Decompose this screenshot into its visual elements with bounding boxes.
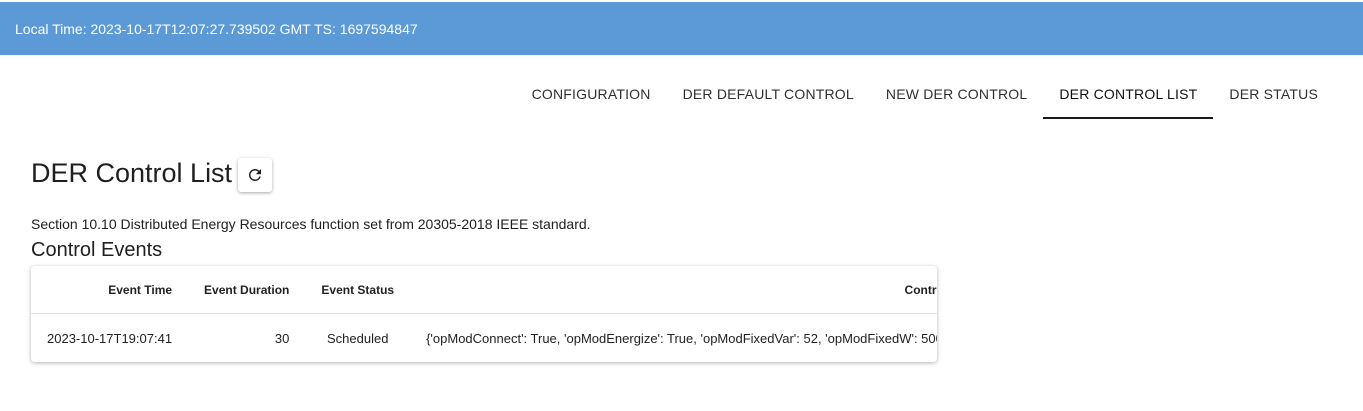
cell-event-time: 2023-10-17T19:07:41 [47, 330, 173, 346]
table-header-row: Event Time Event Duration Event Status C… [31, 266, 937, 314]
column-header-event-time[interactable]: Event Time [31, 266, 189, 314]
control-events-heading: Control Events [31, 239, 163, 261]
column-header-event-duration[interactable]: Event Duration [188, 266, 306, 314]
control-events-table: Event Time Event Duration Event Status C… [31, 266, 937, 362]
local-time-readout: Local Time: 2023-10-17T12:07:27.739502 G… [15, 20, 418, 37]
cell-control: {'opModConnect': True, 'opModEnergize': … [426, 330, 937, 346]
page-title: DER Control List [31, 157, 233, 188]
table-row[interactable]: 2023-10-17T19:07:41 30 Scheduled {'opMod… [31, 314, 937, 363]
tab-configuration[interactable]: CONFIGURATION [516, 70, 667, 119]
cell-event-duration: 30 [274, 330, 290, 346]
refresh-icon [249, 169, 262, 181]
tab-der-status[interactable]: DER STATUS [1213, 70, 1334, 119]
column-header-control[interactable]: Control [410, 266, 937, 314]
top-app-bar: Local Time: 2023-10-17T12:07:27.739502 G… [0, 2, 1363, 55]
cell-event-status: Scheduled [327, 330, 389, 346]
tab-new-der-control[interactable]: NEW DER CONTROL [870, 70, 1043, 119]
refresh-button[interactable] [238, 158, 273, 192]
tab-der-control-list[interactable]: DER CONTROL LIST [1043, 70, 1214, 119]
section-description: Section 10.10 Distributed Energy Resourc… [31, 216, 591, 232]
column-header-event-status[interactable]: Event Status [305, 266, 411, 314]
nav-tabs: CONFIGURATION DER DEFAULT CONTROL NEW DE… [516, 70, 1334, 119]
title-row: DER Control List [31, 154, 273, 192]
tab-der-default-control[interactable]: DER DEFAULT CONTROL [667, 70, 870, 119]
